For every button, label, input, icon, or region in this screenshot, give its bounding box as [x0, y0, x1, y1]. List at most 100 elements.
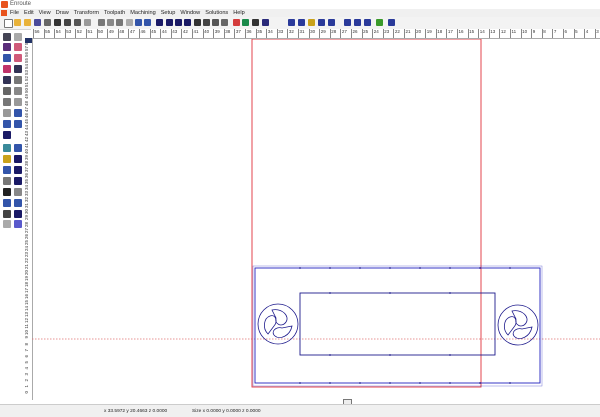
arrange-tool-icon[interactable]	[14, 65, 22, 73]
new-file-icon[interactable]	[4, 19, 13, 28]
polygon-tool-icon[interactable]	[3, 220, 11, 228]
contrast-tool-icon[interactable]	[3, 210, 11, 218]
menu-edit[interactable]: Edit	[24, 9, 34, 17]
open-recent-icon[interactable]	[24, 19, 31, 26]
pan-icon[interactable]	[203, 19, 210, 26]
ruler-label: 18	[437, 29, 443, 34]
select-arrow-icon[interactable]	[3, 33, 11, 41]
zoom-window-icon[interactable]	[156, 19, 163, 26]
fill-icon[interactable]	[308, 19, 315, 26]
rectangle-tool-icon[interactable]	[3, 54, 11, 62]
menu-machining[interactable]: Machining	[130, 9, 156, 17]
toolpath-icon[interactable]	[288, 19, 295, 26]
line-tool-icon[interactable]	[3, 43, 11, 51]
app-logo-icon	[1, 1, 8, 8]
zoom-previous-icon[interactable]	[194, 19, 201, 26]
rounded-rect-tool-icon[interactable]	[14, 166, 22, 174]
menu-setup[interactable]: Setup	[161, 9, 176, 17]
join-tool-icon[interactable]	[14, 120, 22, 128]
menu-transform[interactable]: Transform	[74, 9, 99, 17]
merge-tool-icon[interactable]	[3, 120, 11, 128]
ruler-label: 22	[394, 29, 400, 34]
fillet-tool-icon[interactable]	[3, 188, 11, 196]
drill-icon[interactable]	[298, 19, 305, 26]
zoom-out-icon[interactable]	[175, 19, 182, 26]
globe-tool-icon[interactable]	[14, 220, 22, 228]
print-preview-icon[interactable]	[64, 19, 71, 26]
mirror-tool-icon[interactable]	[3, 109, 11, 117]
zoom-in-icon[interactable]	[166, 19, 173, 26]
pencil-icon[interactable]	[84, 19, 91, 26]
menu-window[interactable]: Window	[180, 9, 200, 17]
array-tool-icon[interactable]	[3, 98, 11, 106]
delete-icon[interactable]	[126, 19, 133, 26]
ruler-label: 15	[469, 29, 475, 34]
save-icon[interactable]	[34, 19, 41, 26]
color-tool-icon[interactable]	[14, 199, 22, 207]
print-icon[interactable]	[44, 19, 51, 26]
ruler-label: 17	[447, 29, 453, 34]
document-icon[interactable]	[1, 10, 7, 16]
ruler-label: 51	[24, 82, 29, 88]
menu-draw[interactable]: Draw	[56, 9, 69, 17]
tool-library-icon[interactable]	[354, 19, 361, 26]
knife-tool-icon[interactable]	[3, 177, 11, 185]
ellipse-tool-icon[interactable]	[14, 54, 22, 62]
redraw-icon[interactable]	[221, 19, 228, 26]
cut-icon[interactable]	[98, 19, 105, 26]
ruler-label: 33	[278, 29, 284, 34]
tool-palette-left	[0, 29, 12, 229]
ruler-label: 3	[24, 372, 29, 376]
ruler-label: 48	[119, 29, 125, 34]
scale-tool-icon[interactable]	[14, 87, 22, 95]
print-setup-icon[interactable]	[54, 19, 61, 26]
align-tool-icon[interactable]	[3, 76, 11, 84]
menu-view[interactable]: View	[39, 9, 51, 17]
transform-tool-icon[interactable]	[14, 76, 22, 84]
ruler-label: 8	[24, 342, 29, 346]
zoom-extents-icon[interactable]	[184, 19, 191, 26]
texture-tool-icon[interactable]	[3, 199, 11, 207]
pocket-icon[interactable]	[318, 19, 325, 26]
ruler-label: 24	[373, 29, 379, 34]
bezier-tool-icon[interactable]	[3, 155, 11, 163]
square-tool-icon[interactable]	[14, 155, 22, 163]
offset-tool-icon[interactable]	[3, 87, 11, 95]
copy-icon[interactable]	[107, 19, 114, 26]
star-tool-icon[interactable]	[14, 177, 22, 185]
view-icon[interactable]	[212, 19, 219, 26]
undo-icon[interactable]	[135, 19, 142, 26]
open-folder-icon[interactable]	[14, 19, 21, 26]
select-all-icon[interactable]	[233, 19, 240, 26]
menu-file[interactable]: File	[10, 9, 19, 17]
measure-tool-icon[interactable]	[3, 131, 11, 139]
ruler-label: 9	[24, 336, 29, 339]
help-pointer-icon[interactable]	[262, 19, 269, 26]
weld-tool-icon[interactable]	[14, 109, 22, 117]
arc-tool-icon[interactable]	[3, 65, 11, 73]
menu-toolpath[interactable]: Toolpath	[104, 9, 125, 17]
polyline-tool-icon[interactable]	[3, 166, 11, 174]
engrave-icon[interactable]	[328, 19, 335, 26]
layers-icon[interactable]	[242, 19, 249, 26]
paint-bucket-icon[interactable]	[14, 188, 22, 196]
rotate-tool-icon[interactable]	[14, 98, 22, 106]
menu-solutions[interactable]: Solutions	[205, 9, 228, 17]
node-edit-icon[interactable]	[3, 144, 11, 152]
text-tool-icon[interactable]	[14, 210, 22, 218]
output-icon[interactable]	[364, 19, 371, 26]
export-icon[interactable]	[74, 19, 81, 26]
ruler-label: 40	[24, 148, 29, 154]
redo-icon[interactable]	[144, 19, 151, 26]
ruler-label: 34	[24, 185, 29, 191]
drawing-canvas[interactable]	[32, 39, 600, 400]
menu-help[interactable]: Help	[233, 9, 245, 17]
paste-icon[interactable]	[116, 19, 123, 26]
circle-tool-icon[interactable]	[14, 43, 22, 51]
nest-icon[interactable]	[344, 19, 351, 26]
simulate-icon[interactable]	[376, 19, 383, 26]
grid-icon[interactable]	[14, 33, 22, 41]
setup-icon[interactable]	[388, 19, 395, 26]
properties-icon[interactable]	[252, 19, 259, 26]
start-point-icon[interactable]	[14, 144, 22, 152]
